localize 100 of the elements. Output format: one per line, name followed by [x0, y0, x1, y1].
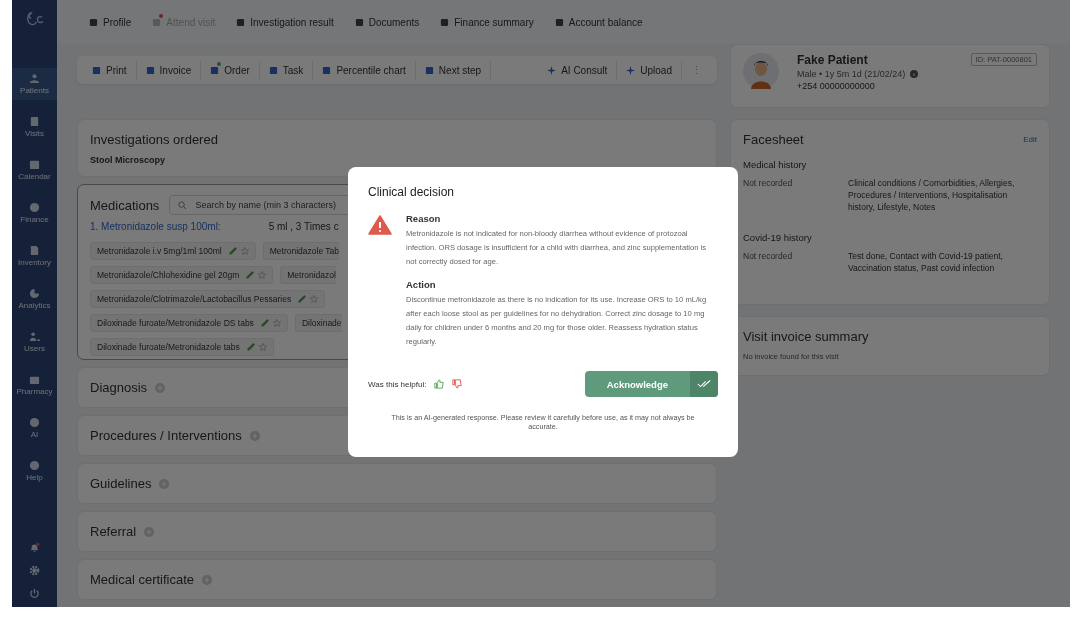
medication-chip[interactable]: Metronidazole/Clotrimazole/Lactobacillus Pessaries — [90, 290, 326, 308]
star-icon[interactable] — [240, 247, 249, 255]
sidebar-item[interactable]: Pharmacy — [12, 369, 57, 401]
tab[interactable]: Finance summary — [440, 16, 534, 28]
toolbar-button[interactable]: Invoice — [136, 60, 202, 80]
document-icon — [29, 245, 40, 256]
sidebar-item[interactable]: Analytics — [12, 283, 57, 315]
tab-icon — [440, 17, 450, 27]
avatar-icon — [743, 53, 779, 89]
circle-icon — [29, 417, 40, 428]
block-heading: Reason — [406, 213, 442, 224]
sidebar-item[interactable]: Visits — [12, 111, 57, 143]
toolbar-button[interactable]: Print — [83, 60, 137, 80]
person-icon — [29, 73, 40, 84]
thumbs-down-icon[interactable] — [452, 379, 463, 389]
toolbar-button[interactable]: Task — [259, 60, 314, 80]
section-title: Procedures / Interventions — [90, 428, 242, 443]
toolbar-icon — [145, 65, 155, 75]
sidebar-item[interactable]: Help — [12, 455, 57, 487]
warning-icon — [368, 215, 392, 235]
medication-chip[interactable]: Diloxinade furoate/Metronidazole DS tabs — [90, 314, 288, 332]
card-title: Medications — [90, 197, 160, 213]
toolbar-icon — [322, 65, 332, 75]
group-title: Medical history — [743, 159, 808, 170]
add-icon[interactable] — [159, 478, 170, 489]
card-title: Investigations ordered — [90, 132, 219, 147]
tab[interactable]: Account balance — [554, 16, 643, 28]
medication-chip[interactable]: Metronidazole i.v 5mg/1ml 100ml — [90, 242, 256, 260]
tab-icon — [236, 17, 246, 27]
tab[interactable]: Documents — [354, 16, 420, 28]
info-icon[interactable] — [910, 70, 919, 78]
pill-icon — [298, 295, 307, 303]
sidebar-item[interactable]: Calendar — [12, 154, 57, 186]
sidebar-item[interactable]: Inventory — [12, 240, 57, 272]
prescription-link[interactable]: 1. Metronidazole susp 100ml: — [90, 221, 221, 232]
toolbar-icon — [210, 65, 220, 75]
medication-chip[interactable]: Metronidazole Tab — [262, 242, 340, 260]
edit-link[interactable]: Edit — [1023, 135, 1037, 144]
tab[interactable]: Investigation result — [236, 16, 334, 28]
patient-details: Male • 1y 5m 1d (21/02/24) — [797, 69, 906, 79]
add-icon[interactable] — [249, 430, 260, 441]
more-button[interactable]: ⋮ — [682, 59, 711, 81]
toolbar-button[interactable]: AI Consult — [538, 60, 618, 80]
toolbar-icon — [92, 65, 101, 75]
tab-icon — [152, 17, 162, 27]
group-title: Covid-19 history — [743, 231, 813, 243]
section-title: Referral — [90, 524, 137, 539]
pill-icon — [246, 343, 255, 351]
medication-chip[interactable]: Metronidazol — [280, 266, 336, 284]
history-items: Test done, Contact with Covid-19 patient, Vaccination status, Past covid infection — [848, 250, 1004, 275]
add-icon[interactable] — [202, 574, 213, 585]
tab[interactable]: Profile — [89, 16, 132, 28]
patient-name: Fake Patient — [797, 53, 869, 67]
tab-icon — [89, 17, 98, 27]
toolbar-button[interactable]: Next step — [415, 60, 492, 80]
section-title: Guidelines — [90, 476, 152, 491]
section-title: Medical certificate — [90, 572, 195, 587]
sparkle-icon — [547, 65, 557, 75]
toolbar-icon — [424, 65, 434, 75]
settings-icon[interactable] — [29, 565, 40, 576]
card-title: Visit invoice summary — [743, 329, 870, 344]
pill-icon — [260, 319, 269, 327]
pill-icon — [246, 271, 255, 279]
section-title: Diagnosis — [90, 380, 148, 395]
thumbs-up-icon[interactable] — [434, 379, 445, 389]
pie-chart-icon — [29, 288, 40, 299]
toolbar-button[interactable]: Percentile chart — [313, 60, 416, 80]
medication-chip[interactable]: Metronidazole/Chlohexidine gel 20gm — [90, 266, 274, 284]
toolbar-button[interactable]: Upload — [617, 60, 682, 80]
sidebar-item[interactable]: AI — [12, 412, 57, 444]
star-icon[interactable] — [258, 343, 267, 351]
sidebar-item[interactable]: Users — [12, 326, 57, 358]
pill-icon — [228, 247, 237, 255]
tab-icon — [554, 17, 564, 27]
tab-icon — [354, 17, 364, 27]
status-text: Not recorded — [743, 250, 794, 263]
bell-icon[interactable] — [29, 542, 40, 553]
patient-phone: +254 00000000000 — [797, 81, 876, 91]
status-text: Not recorded — [743, 178, 794, 190]
medication-chip[interactable]: Diloxinade — [294, 314, 342, 332]
star-icon[interactable] — [258, 271, 267, 279]
toolbar-button[interactable]: Order — [201, 60, 260, 80]
block-heading: Action — [406, 279, 437, 290]
search-icon — [178, 200, 188, 210]
add-icon[interactable] — [155, 382, 166, 393]
card-title: Facesheet — [743, 132, 804, 147]
toolbar-icon — [268, 65, 278, 75]
acknowledge-button[interactable]: Acknowledge — [584, 371, 718, 397]
medication-chip[interactable]: Diloxinade furoate/Metronidazole tabs — [90, 338, 274, 356]
helpful-label: Was this helpful: — [368, 379, 427, 389]
star-icon[interactable] — [272, 319, 281, 327]
power-icon[interactable] — [29, 588, 40, 599]
sidebar-item[interactable]: Patients — [12, 68, 57, 100]
people-icon — [29, 331, 40, 342]
sidebar-item[interactable]: Finance — [12, 197, 57, 229]
star-icon[interactable] — [310, 295, 319, 303]
add-icon[interactable] — [144, 526, 155, 537]
sparkle-icon — [626, 65, 636, 75]
investigation-item: Stool Microscopy — [90, 155, 166, 165]
double-check-icon — [690, 371, 718, 397]
